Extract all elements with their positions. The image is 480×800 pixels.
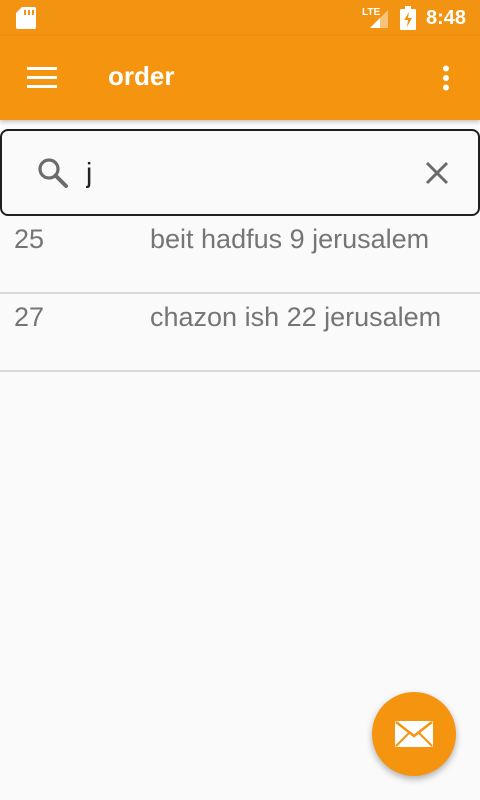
order-address: chazon ish 22 jerusalem xyxy=(150,302,442,332)
signal-icon xyxy=(370,10,388,28)
overflow-menu-button[interactable] xyxy=(428,58,464,98)
status-bar: LTE 8:48 xyxy=(0,0,480,36)
search-box xyxy=(0,129,480,216)
order-number: 25 xyxy=(14,224,45,254)
send-mail-button[interactable] xyxy=(372,692,456,776)
more-vert-icon xyxy=(443,65,449,91)
order-address: beit hadfus 9 jerusalem xyxy=(150,224,430,254)
menu-icon xyxy=(27,67,57,88)
list-item[interactable]: 27 chazon ish 22 jerusalem xyxy=(0,294,480,372)
menu-button[interactable] xyxy=(18,58,66,98)
clock: 8:48 xyxy=(426,7,467,29)
order-number: 27 xyxy=(14,302,45,332)
search-icon xyxy=(38,158,68,188)
close-icon[interactable] xyxy=(420,156,454,190)
app-bar: order xyxy=(0,36,480,120)
result-list: 25 beit hadfus 9 jerusalem 27 chazon ish… xyxy=(0,216,480,372)
screen: LTE 8:48 order j 25 beit hadfus 9 jerusa… xyxy=(0,0,480,800)
page-title: order xyxy=(108,61,175,91)
mail-icon xyxy=(395,721,433,747)
list-item[interactable]: 25 beit hadfus 9 jerusalem xyxy=(0,216,480,294)
battery-charging-icon xyxy=(400,6,416,30)
sd-card-icon xyxy=(16,7,36,29)
search-input[interactable] xyxy=(86,151,386,195)
